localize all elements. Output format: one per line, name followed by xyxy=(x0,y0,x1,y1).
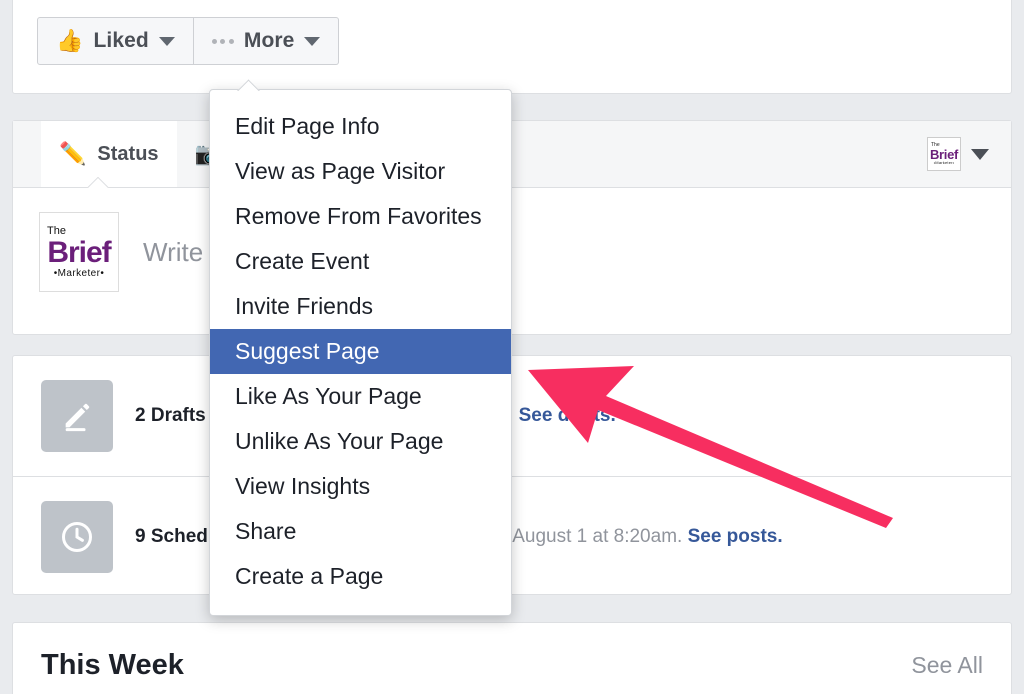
this-week-card: This Week See All xyxy=(12,622,1012,694)
page-logo-line3: •Marketer• xyxy=(933,160,955,165)
menu-caret-icon xyxy=(236,79,260,91)
page-root: 👍 Liked More ✏️ Status 📷 Offe xyxy=(0,0,1024,694)
page-switcher[interactable]: The Brief •Marketer• xyxy=(927,137,989,171)
page-action-button-group: 👍 Liked More xyxy=(37,17,340,65)
menu-item-remove-from-favorites[interactable]: Remove From Favorites xyxy=(210,194,511,239)
pencil-icon xyxy=(41,380,113,452)
status-input-placeholder[interactable]: Write xyxy=(143,237,203,268)
tab-status-label: Status xyxy=(97,142,159,165)
pencil-icon: ✏️ xyxy=(59,141,87,166)
more-button[interactable]: More xyxy=(193,17,340,65)
ellipsis-icon xyxy=(211,38,234,44)
composer-card: ✏️ Status 📷 Offer + The Brief •Marketer• xyxy=(12,120,1012,335)
menu-item-share[interactable]: Share xyxy=(210,509,511,554)
task-row-scheduled[interactable]: 9 Scheduled Posts Next post scheduled fo… xyxy=(13,476,1011,596)
menu-item-suggest-page[interactable]: Suggest Page xyxy=(210,329,511,374)
more-button-label: More xyxy=(243,29,295,52)
this-week-header: This Week See All xyxy=(13,623,1011,682)
page-title: This Week xyxy=(41,649,184,681)
see-drafts-link[interactable]: See drafts. xyxy=(519,405,616,426)
chevron-down-icon xyxy=(158,36,175,46)
menu-item-create-event[interactable]: Create Event xyxy=(210,239,511,284)
tasks-card: 2 Drafts Last draft saved Monday at 8:17… xyxy=(12,355,1012,595)
composer-body: The Brief •Marketer• Write xyxy=(13,188,1011,316)
task-row-drafts[interactable]: 2 Drafts Last draft saved Monday at 8:17… xyxy=(13,356,1011,476)
see-all-link[interactable]: See All xyxy=(911,652,983,679)
menu-item-unlike-as-your-page[interactable]: Unlike As Your Page xyxy=(210,419,511,464)
menu-item-view-insights[interactable]: View Insights xyxy=(210,464,511,509)
more-dropdown-menu: Edit Page Info View as Page Visitor Remo… xyxy=(209,89,512,616)
page-avatar-line3: •Marketer• xyxy=(53,267,105,279)
liked-button-label: Liked xyxy=(93,29,149,52)
menu-item-like-as-your-page[interactable]: Like As Your Page xyxy=(210,374,511,419)
page-avatar: The Brief •Marketer• xyxy=(39,212,119,292)
page-actions-card: 👍 Liked More xyxy=(12,0,1012,94)
task-title-drafts: 2 Drafts xyxy=(135,405,206,426)
page-logo-small: The Brief •Marketer• xyxy=(927,137,961,171)
tab-status[interactable]: ✏️ Status xyxy=(41,121,177,187)
thumbs-up-icon: 👍 xyxy=(56,28,84,53)
tab-active-caret xyxy=(87,177,109,188)
menu-item-edit-page-info[interactable]: Edit Page Info xyxy=(210,104,511,149)
see-posts-link[interactable]: See posts. xyxy=(688,526,783,547)
chevron-down-icon xyxy=(304,36,321,46)
menu-item-create-a-page[interactable]: Create a Page xyxy=(210,554,511,599)
clock-icon xyxy=(41,500,113,573)
composer-tab-bar: ✏️ Status 📷 Offer + The Brief •Marketer• xyxy=(13,121,1011,188)
menu-item-invite-friends[interactable]: Invite Friends xyxy=(210,284,511,329)
chevron-down-icon xyxy=(971,148,989,160)
liked-button[interactable]: 👍 Liked xyxy=(37,17,194,65)
page-avatar-line2: Brief xyxy=(47,235,111,269)
menu-item-view-as-page-visitor[interactable]: View as Page Visitor xyxy=(210,149,511,194)
page-avatar-line1: The xyxy=(47,224,66,237)
